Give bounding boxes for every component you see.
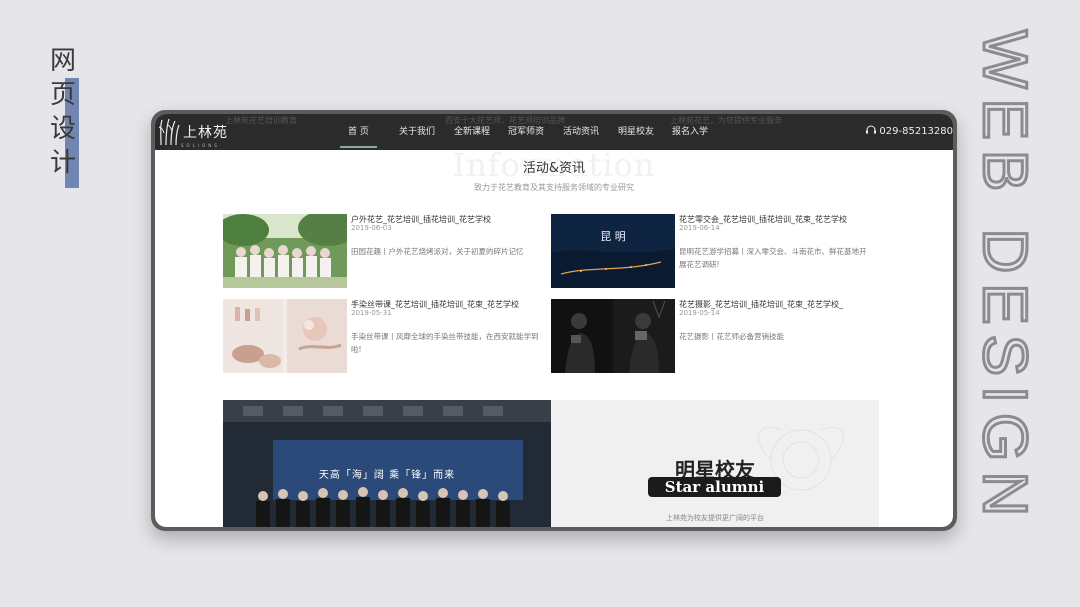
star-alumni-banner[interactable]: 明星校友 Star alumni 上林苑为校友提供更广阔的平台 bbox=[551, 400, 879, 527]
side-char: 网 bbox=[49, 46, 76, 76]
section-subtitle: 致力于花艺教育及其支持服务领域的专业研究 bbox=[474, 183, 634, 192]
news-item[interactable]: 花艺摄影_花艺培训_插花培训_花束_花艺学校_ 2019-05-14 花艺摄影丨… bbox=[551, 299, 871, 374]
ghost-text: 上林苑花艺培训教育 bbox=[225, 116, 297, 125]
side-title: 网 页 设 计 bbox=[47, 44, 79, 188]
news-description: 手染丝带课丨风靡全球的手染丝带技能，在西安就能学到啦! bbox=[351, 332, 539, 354]
news-thumbnail[interactable] bbox=[223, 299, 347, 373]
browser-mockup-frame: 上林苑 SOLIONS 上林苑花艺培训教育 西安十大花艺师，花艺师培训品牌 上林… bbox=[151, 110, 957, 531]
side-char: 计 bbox=[49, 148, 76, 178]
news-date: 2019-06-03 bbox=[351, 224, 392, 232]
news-item[interactable]: 手染丝带课_花艺培训_插花培训_花束_花艺学校 2019-05-31 手染丝带课… bbox=[223, 299, 543, 374]
nav-item-news[interactable]: 活动资讯 bbox=[563, 114, 599, 150]
news-thumbnail[interactable] bbox=[223, 214, 347, 288]
nav-item-enroll[interactable]: 报名入学 bbox=[672, 114, 708, 150]
logo-text: 上林苑 bbox=[183, 125, 228, 141]
flower-logo-icon bbox=[158, 118, 180, 146]
news-date: 2019-05-31 bbox=[351, 309, 392, 317]
big-vertical-text: WEB DESIGN bbox=[964, 20, 1054, 580]
news-description: 花艺摄影丨花艺师必备营销技能 bbox=[679, 332, 784, 341]
news-thumbnail[interactable] bbox=[551, 299, 675, 373]
stage-banner-text: 天高「海」阔 乘「锋」而来 bbox=[318, 470, 456, 481]
nav-item-teachers[interactable]: 冠军师资 bbox=[508, 114, 544, 150]
phone-contact[interactable]: 029-85213280 bbox=[865, 114, 953, 150]
big-vertical-label: WEB DESIGN bbox=[970, 30, 1039, 526]
headset-icon bbox=[866, 125, 877, 134]
news-thumbnail[interactable]: 昆 明 bbox=[551, 214, 675, 288]
nav-item-about[interactable]: 关于我们 bbox=[399, 114, 435, 150]
news-description: 昆明花艺游学招募丨深入零交会、斗南花市、鲜花基地开展花艺调研! bbox=[679, 247, 867, 269]
event-photo-banner[interactable]: 天高「海」阔 乘「锋」而来 bbox=[223, 400, 551, 527]
nav-item-alumni[interactable]: 明星校友 bbox=[618, 114, 654, 150]
news-item[interactable]: 户外花艺_花艺培训_插花培训_花艺学校 2019-06-03 田园花趣丨户外花艺… bbox=[223, 214, 543, 289]
nav-item-home[interactable]: 首 页 bbox=[340, 114, 377, 150]
section-title: 活动&资讯 bbox=[522, 161, 586, 176]
alumni-subtitle: 上林苑为校友提供更广阔的平台 bbox=[666, 514, 764, 522]
nav-item-courses[interactable]: 全新课程 bbox=[454, 114, 490, 150]
website-screen: 上林苑 SOLIONS 上林苑花艺培训教育 西安十大花艺师，花艺师培训品牌 上林… bbox=[155, 114, 953, 527]
news-date: 2019-06-14 bbox=[679, 224, 720, 232]
phone-number: 029-85213280 bbox=[879, 126, 953, 137]
side-char: 设 bbox=[49, 114, 76, 144]
news-date: 2019-05-14 bbox=[679, 309, 720, 317]
side-char: 页 bbox=[49, 80, 76, 110]
news-item[interactable]: 昆 明 花艺零交会_花艺培训_插花培训_花束_花艺学校 2019-06-14 昆… bbox=[551, 214, 871, 289]
news-description: 田园花趣丨户外花艺烧烤派对，关于初夏的碎片记忆 bbox=[351, 247, 524, 256]
thumb-caption: 昆 明 bbox=[600, 230, 626, 243]
alumni-title-en: Star alumni bbox=[648, 477, 781, 497]
top-nav-bar: 上林苑 SOLIONS 上林苑花艺培训教育 西安十大花艺师，花艺师培训品牌 上林… bbox=[155, 114, 953, 150]
